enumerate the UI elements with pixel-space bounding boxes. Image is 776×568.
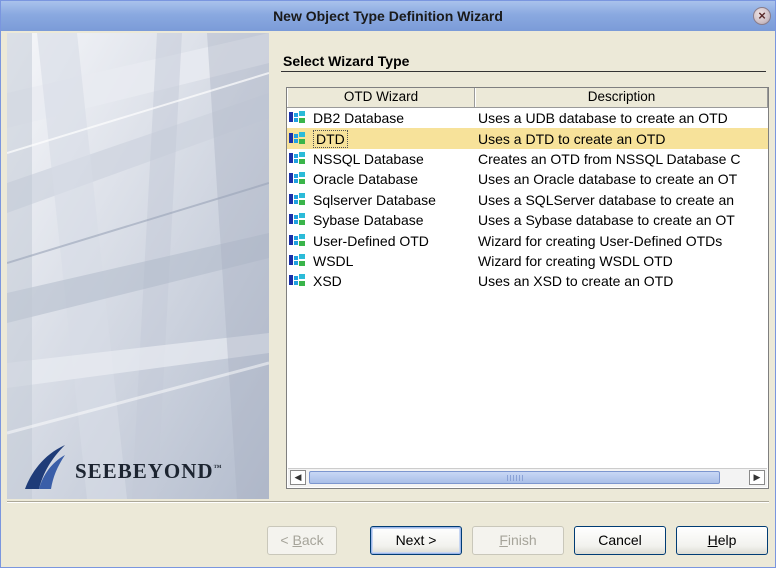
table-row[interactable]: User-Defined OTD Wizard for creating User…: [287, 230, 768, 250]
table-header: OTD Wizard Description: [287, 88, 768, 108]
otd-wizard-cell: Sybase Database: [287, 212, 475, 228]
seebeyond-swoosh-icon: [25, 445, 65, 489]
otd-wizard-cell: NSSQL Database: [287, 151, 475, 167]
title-bar[interactable]: New Object Type Definition Wizard ×: [1, 1, 775, 31]
otd-description-cell: Uses a DTD to create an OTD: [478, 130, 666, 147]
table-row[interactable]: Sybase Database Uses a Sybase database to…: [287, 210, 768, 230]
otd-description-cell: Uses a Sybase database to create an OT: [478, 212, 735, 229]
finish-button-mnemonic: F: [499, 532, 508, 548]
arrow-right-icon: ▶: [753, 472, 761, 482]
otd-wizard-cell: DB2 Database: [287, 110, 475, 126]
help-button[interactable]: Help: [676, 526, 768, 555]
otd-wizard-cell: User-Defined OTD: [287, 233, 475, 249]
otd-wizard-icon: [289, 111, 309, 125]
column-header-otd-wizard[interactable]: OTD Wizard: [287, 88, 475, 107]
scroll-left-button[interactable]: ◀: [290, 470, 306, 485]
scrollbar-thumb[interactable]: [309, 471, 720, 484]
back-button-prefix: <: [280, 532, 293, 548]
otd-description-cell: Wizard for creating WSDL OTD: [478, 252, 673, 269]
otd-wizard-icon: [289, 131, 309, 146]
table-row[interactable]: DB2 Database Uses a UDB database to creat…: [287, 108, 768, 128]
table-body: DB2 Database Uses a UDB database to creat…: [287, 108, 768, 292]
horizontal-scrollbar[interactable]: ◀ ▶: [288, 468, 767, 487]
finish-button[interactable]: Finish: [472, 526, 564, 555]
otd-wizard-icon: [289, 274, 309, 288]
otd-wizard-icon: [289, 233, 309, 248]
table-row[interactable]: NSSQL Database Creates an OTD from NSSQL …: [287, 149, 768, 169]
window-title: New Object Type Definition Wizard: [273, 8, 503, 24]
help-button-label: elp: [717, 532, 737, 548]
otd-wizard-name: XSD: [313, 273, 342, 290]
seebeyond-logo: SEEBEYOND™: [21, 441, 261, 491]
otd-wizard-name: NSSQL Database: [313, 150, 424, 167]
otd-wizard-cell: XSD: [287, 273, 475, 289]
arrow-left-icon: ◀: [294, 472, 302, 482]
otd-wizard-name: Sybase Database: [313, 212, 424, 229]
section-divider: [281, 71, 766, 72]
section-title: Select Wizard Type: [283, 53, 410, 69]
otd-wizard-name: DB2 Database: [313, 110, 405, 127]
column-header-description[interactable]: Description: [475, 88, 768, 107]
table-row[interactable]: XSD Uses an XSD to create an OTD: [287, 271, 768, 291]
scroll-right-button[interactable]: ▶: [749, 470, 765, 485]
otd-description-cell: Uses an Oracle database to create an OT: [478, 171, 738, 188]
otd-wizard-cell: DTD: [287, 129, 475, 148]
table-row[interactable]: Sqlserver Database Uses a SQLServer datab…: [287, 190, 768, 210]
otd-wizard-name: WSDL: [313, 252, 354, 269]
help-button-mnemonic: H: [707, 532, 718, 548]
table-row[interactable]: Oracle Database Uses an Oracle database t…: [287, 169, 768, 189]
otd-wizard-cell: WSDL: [287, 253, 475, 269]
otd-wizard-icon: [289, 213, 309, 227]
next-button[interactable]: Next >: [370, 526, 462, 555]
back-button[interactable]: < Back: [267, 526, 337, 555]
finish-button-label: inish: [507, 532, 537, 548]
otd-wizard-name: Sqlserver Database: [313, 191, 436, 208]
otd-description-cell: Uses a SQLServer database to create an: [478, 191, 735, 208]
scrollbar-grip: [507, 475, 523, 481]
otd-wizard-cell: Oracle Database: [287, 171, 475, 187]
seebeyond-wordmark: SEEBEYOND™: [75, 459, 223, 483]
otd-description-cell: Creates an OTD from NSSQL Database C: [478, 150, 741, 167]
back-button-mnemonic: B: [292, 532, 302, 548]
button-area-divider-highlight: [7, 502, 769, 503]
otd-wizard-icon: [289, 151, 309, 166]
otd-description-cell: Uses an XSD to create an OTD: [478, 273, 674, 290]
otd-description-cell: Wizard for creating User-Defined OTDs: [478, 232, 723, 249]
table-row[interactable]: DTD Uses a DTD to create an OTD: [287, 128, 768, 149]
close-button[interactable]: ×: [753, 7, 771, 25]
cancel-button[interactable]: Cancel: [574, 526, 666, 555]
otd-wizard-icon: [289, 192, 309, 207]
otd-wizard-cell: Sqlserver Database: [287, 192, 475, 208]
otd-wizard-name: DTD: [313, 129, 348, 148]
close-icon: ×: [758, 8, 766, 23]
otd-wizard-icon: [289, 172, 309, 186]
back-button-label: ack: [301, 532, 324, 548]
wizard-banner-image: SEEBEYOND™: [7, 33, 269, 499]
otd-wizard-name: Oracle Database: [313, 171, 419, 188]
table-row[interactable]: WSDL Wizard for creating WSDL OTD: [287, 251, 768, 271]
otd-wizard-name: User-Defined OTD: [313, 232, 429, 249]
otd-wizard-icon: [289, 253, 309, 268]
otd-description-cell: Uses a UDB database to create an OTD: [478, 110, 728, 127]
wizard-dialog: New Object Type Definition Wizard × SEEB…: [0, 0, 776, 568]
wizard-type-table[interactable]: OTD Wizard Description DB2 Database Uses …: [286, 87, 769, 489]
architecture-background-graphic: [7, 33, 269, 499]
